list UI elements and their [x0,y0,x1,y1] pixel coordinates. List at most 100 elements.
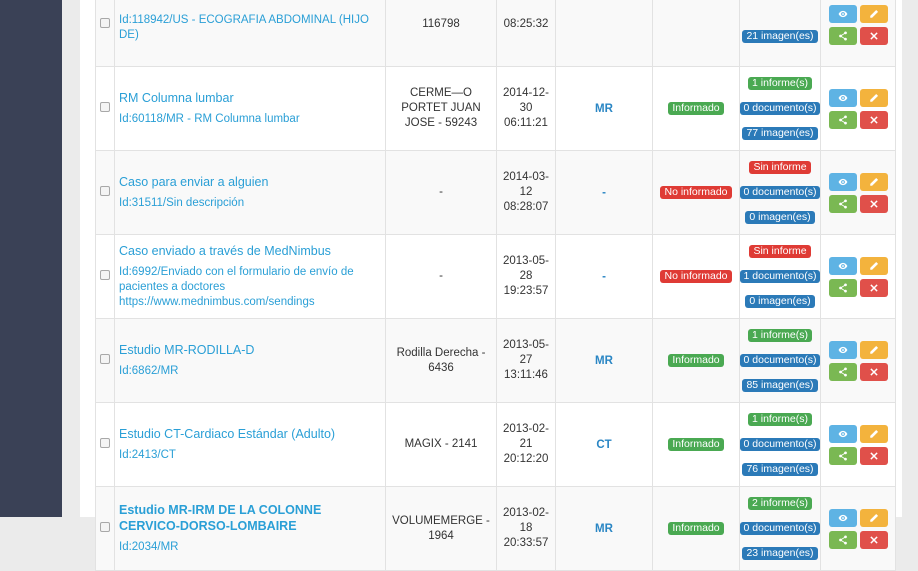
pencil-icon [869,9,878,18]
study-title-link[interactable]: Estudio MR-IRM DE LA COLONNE CERVICO-DOR… [119,502,381,534]
images-count-badge[interactable]: 0 imagen(es) [745,211,815,224]
view-button[interactable] [828,424,857,443]
row-checkbox[interactable] [100,186,110,196]
reports-count-badge[interactable]: Sin informe [749,245,811,258]
study-title-link[interactable]: Estudio MR-RODILLA-D [119,342,381,358]
study-source-cell: - [385,150,497,235]
modality-link[interactable]: - [602,271,606,283]
study-date-line-2: 12 [519,186,533,198]
view-button[interactable] [828,88,857,107]
edit-button[interactable] [859,508,888,527]
actions-cell [820,150,896,235]
close-icon [869,451,878,460]
row-checkbox[interactable] [100,438,110,448]
table-row: Estudio CT-Cardiaco Estándar (Adulto) Id… [95,402,896,487]
row-checkbox-cell [95,486,115,571]
actions-cell [820,234,896,319]
report-status-badge: Informado [668,354,724,367]
study-date-cell: 2013-02- 18 20:33:57 [496,486,556,571]
counts-cell: Sin informe 1 documento(s) 0 imagen(es) [739,234,821,319]
modality-cell: MR [555,486,653,571]
row-checkbox[interactable] [100,354,110,364]
view-button[interactable] [828,508,857,527]
reports-count-badge[interactable]: 2 informe(s) [747,497,812,510]
study-time: 20:12:20 [503,453,549,465]
modality-cell: MR [555,66,653,151]
edit-button[interactable] [859,4,888,23]
counts-cell: 21 imagen(es) [739,0,821,67]
study-source-cell: - [385,234,497,319]
share-button[interactable] [828,362,857,381]
study-name-cell: Caso enviado a través de MedNimbus Id:69… [114,234,386,319]
study-source: - [439,270,443,282]
delete-button[interactable] [859,26,888,45]
study-date-line-1: 2013-02- [502,423,550,435]
delete-button[interactable] [859,446,888,465]
row-checkbox[interactable] [100,522,110,532]
modality-link[interactable]: MR [595,355,613,367]
share-icon [838,199,847,208]
study-title-link[interactable]: Estudio CT-Cardiaco Estándar (Adulto) [119,426,381,442]
counts-cell: 1 informe(s) 0 documento(s) 85 imagen(es… [739,318,821,403]
share-button[interactable] [828,530,857,549]
report-status-badge: No informado [660,270,732,283]
images-count-badge[interactable]: 76 imagen(es) [742,463,818,476]
close-icon [869,199,878,208]
edit-button[interactable] [859,172,888,191]
study-name-cell: Estudio MR-IRM DE LA COLONNE CERVICO-DOR… [114,486,386,571]
counts-cell: Sin informe 0 documento(s) 0 imagen(es) [739,150,821,235]
view-button[interactable] [828,172,857,191]
share-button[interactable] [828,110,857,129]
documents-count-badge[interactable]: 0 documento(s) [739,438,821,451]
edit-button[interactable] [859,340,888,359]
reports-count-badge[interactable]: 1 informe(s) [747,329,812,342]
modality-link[interactable]: - [602,187,606,199]
documents-count-badge[interactable]: 0 documento(s) [739,102,821,115]
modality-link[interactable]: MR [595,103,613,115]
modality-link[interactable]: CT [596,439,611,451]
edit-button[interactable] [859,256,888,275]
reports-count-badge[interactable]: 1 informe(s) [747,77,812,90]
share-button[interactable] [828,194,857,213]
documents-count-badge[interactable]: 0 documento(s) [739,186,821,199]
share-button[interactable] [828,26,857,45]
edit-button[interactable] [859,88,888,107]
share-button[interactable] [828,278,857,297]
share-button[interactable] [828,446,857,465]
images-count-badge[interactable]: 23 imagen(es) [742,547,818,560]
reports-count-badge[interactable]: 1 informe(s) [747,413,812,426]
study-title-link[interactable]: Caso enviado a través de MedNimbus [119,243,381,259]
study-source: - [439,186,443,198]
view-button[interactable] [828,4,857,23]
delete-button[interactable] [859,194,888,213]
reports-count-badge[interactable]: Sin informe [749,161,811,174]
left-sidebar [0,0,62,517]
delete-button[interactable] [859,530,888,549]
study-date-line-2: 18 [519,522,533,534]
delete-button[interactable] [859,110,888,129]
study-time: 19:23:57 [503,285,549,297]
images-count-badge[interactable]: 85 imagen(es) [742,379,818,392]
delete-button[interactable] [859,278,888,297]
documents-count-badge[interactable]: 1 documento(s) [739,270,821,283]
close-icon [869,535,878,544]
documents-count-badge[interactable]: 0 documento(s) [739,354,821,367]
study-title-link[interactable]: RM Columna lumbar [119,90,381,106]
edit-button[interactable] [859,424,888,443]
share-icon [838,451,847,460]
modality-link[interactable]: MR [595,523,613,535]
row-checkbox[interactable] [100,18,110,28]
view-button[interactable] [828,256,857,275]
documents-count-badge[interactable]: 0 documento(s) [739,522,821,535]
images-count-badge[interactable]: 77 imagen(es) [742,127,818,140]
images-count-badge[interactable]: 0 imagen(es) [745,295,815,308]
study-date-cell: 2014-03- 12 08:28:07 [496,150,556,235]
study-title-link[interactable]: Caso para enviar a alguien [119,174,381,190]
study-source-cell: VOLUMEMERGE - 1964 [385,486,497,571]
view-button[interactable] [828,340,857,359]
row-checkbox[interactable] [100,102,110,112]
delete-button[interactable] [859,362,888,381]
images-count-badge[interactable]: 21 imagen(es) [742,30,818,43]
row-checkbox[interactable] [100,270,110,280]
eye-icon [838,514,847,521]
